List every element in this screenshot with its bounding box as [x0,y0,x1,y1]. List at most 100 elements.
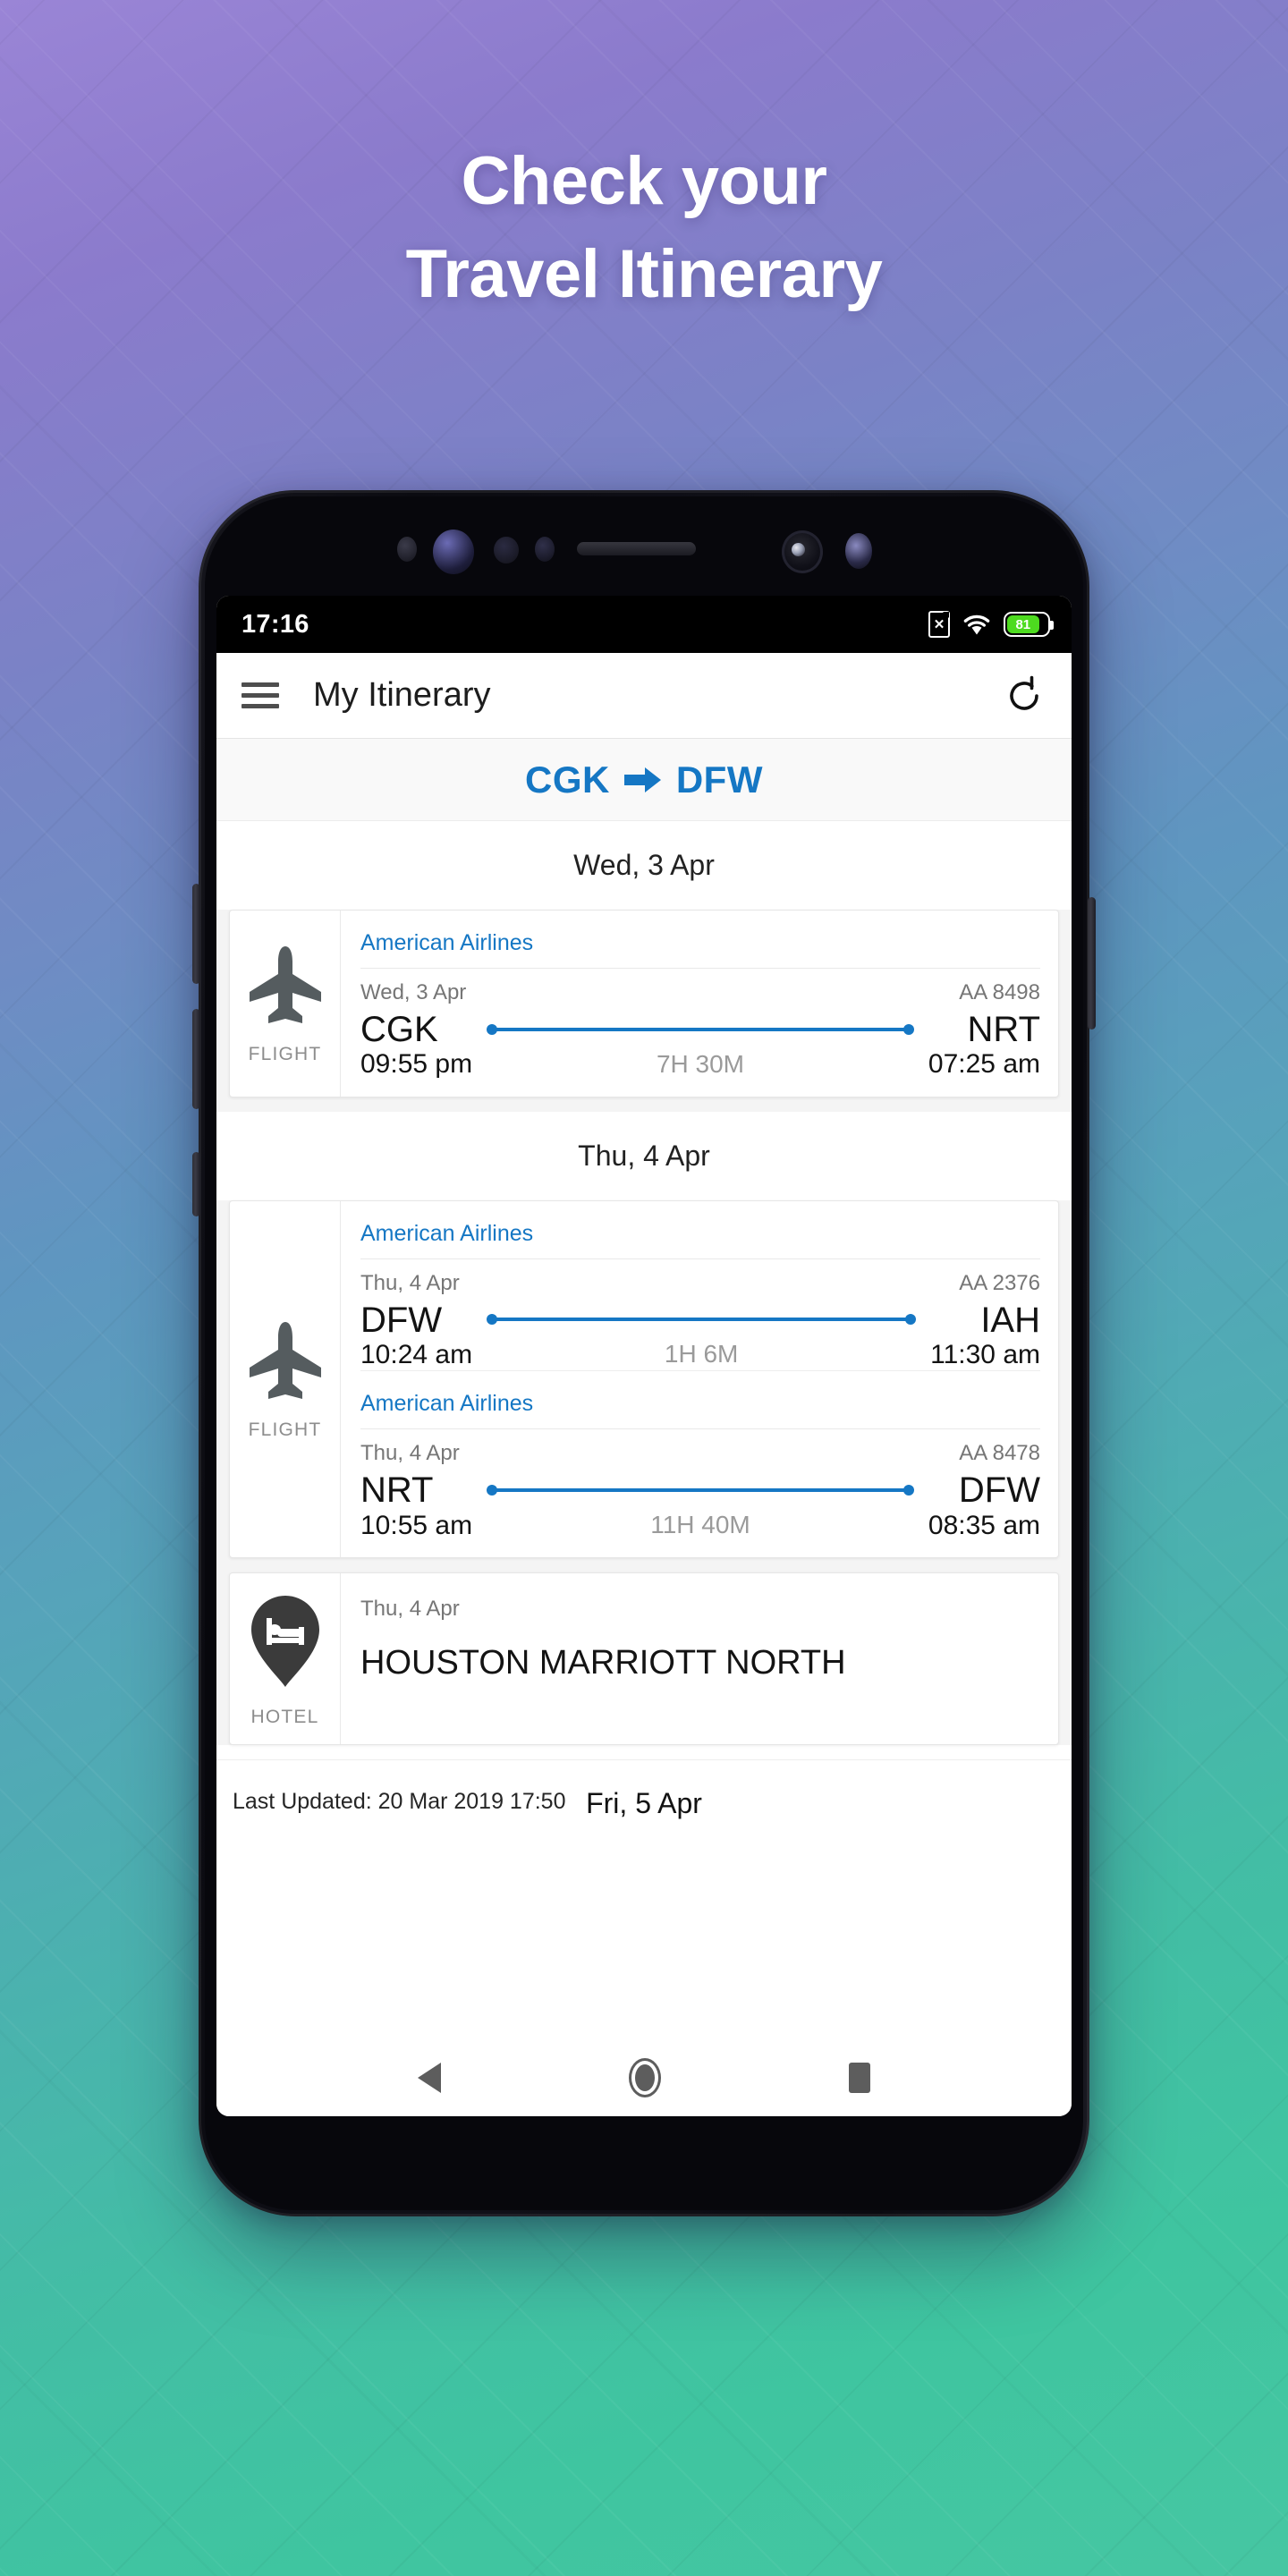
itinerary-list: Wed, 3 Apr FLIGHT American Airlines Wed,… [216,821,1072,1746]
power-button[interactable] [1088,897,1096,1030]
hamburger-bar [242,693,279,698]
status-clock: 17:16 [242,609,309,639]
no-sim-icon: ✕ [928,611,950,638]
front-camera-icon [782,530,823,573]
segment-meta: Thu, 4 Apr AA 2376 [360,1259,1040,1301]
footer-overlay: Last Updated: 20 Mar 2019 17:50 Fri, 5 A… [216,1759,1072,1857]
headline-line-1: Check your [461,143,827,219]
phone-mockup: 17:16 ✕ 81 My Itinerary CGK DFW Wed, 3 A… [192,490,1096,2216]
arrival-airport-code: DFW [958,1470,1040,1511]
phone-top-bezel [199,490,1089,596]
app-bar: My Itinerary [216,653,1072,739]
hotel-body: Thu, 4 Apr HOUSTON MARRIOTT NORTH [341,1573,866,1744]
flight-segment[interactable]: American Airlines Thu, 4 Apr AA 2376 DFW… [360,1201,1040,1371]
departure-airport-code: CGK [360,1010,438,1049]
iris-scanner-icon [433,530,474,574]
flight-duration: 1H 6M [664,1340,739,1368]
leg-line-graphic [487,1482,914,1498]
card-body: American Airlines Thu, 4 Apr AA 2376 DFW… [341,1201,1058,1557]
arrival-time: 08:35 am [928,1510,1040,1540]
hotel-date: Thu, 4 Apr [360,1597,460,1622]
leg-bar [492,1318,911,1322]
leg-indicator: 11H 40M [472,1482,928,1541]
volume-up-button[interactable] [192,884,200,984]
leg-end-dot [902,1023,914,1035]
earpiece-speaker [577,542,696,555]
light-sensor-icon [494,537,519,564]
segment-meta: Wed, 3 Apr AA 8498 [360,969,1040,1011]
phone-screen: 17:16 ✕ 81 My Itinerary CGK DFW Wed, 3 A… [216,596,1072,2116]
segment-route: DFW 10:24 am 1H 6M IAH 11:30 am [360,1301,1040,1371]
android-nav-bar [216,2039,1072,2116]
hotel-name: HOUSTON MARRIOTT NORTH [360,1644,846,1682]
hamburger-menu-icon[interactable] [242,682,279,708]
airline-name: American Airlines [360,1214,1040,1259]
secondary-camera-icon [845,533,872,569]
recents-nav-button[interactable] [849,2063,870,2093]
battery-icon: 81 [1004,612,1054,637]
leg-end-dot [902,1485,914,1496]
day-header: Thu, 4 Apr [216,1111,1072,1200]
departure-block: NRT 10:55 am [360,1471,472,1541]
departure-time: 10:55 am [360,1510,473,1540]
card-icon-column: HOTEL [230,1573,341,1745]
itinerary-card-hotel[interactable]: HOTEL Thu, 4 Apr HOUSTON MARRIOTT NORTH [229,1572,1059,1746]
leg-end-dot [905,1314,917,1326]
headline-line-2: Travel Itinerary [405,236,883,312]
status-icon-group: ✕ 81 [928,611,1054,638]
flight-segment[interactable]: American Airlines Wed, 3 Apr AA 8498 CGK… [360,911,1040,1080]
assistant-button[interactable] [192,1152,200,1216]
card-body: American Airlines Wed, 3 Apr AA 8498 CGK… [341,911,1058,1097]
ambient-sensor-icon [535,537,555,562]
route-destination: DFW [675,758,763,801]
flight-number: AA 8478 [959,1441,1040,1466]
flight-duration: 11H 40M [650,1511,750,1539]
arrival-airport-code: IAH [980,1300,1040,1340]
airplane-icon [247,945,324,1031]
card-type-label: FLIGHT [248,1419,322,1441]
card-icon-column: FLIGHT [230,1200,341,1558]
wifi-icon [962,613,991,636]
flight-duration: 7H 30M [656,1049,745,1078]
flight-segment[interactable]: American Airlines Thu, 4 Apr AA 8478 NRT… [360,1370,1040,1541]
day-header: Wed, 3 Apr [216,821,1072,910]
volume-down-button[interactable] [192,1009,200,1109]
departure-block: DFW 10:24 am [360,1301,472,1371]
hamburger-bar [242,682,279,687]
proximity-sensor-icon [397,537,417,562]
segment-date: Thu, 4 Apr [360,1270,460,1295]
airplane-icon [247,1320,324,1407]
leg-line-graphic [487,1021,914,1038]
segment-route: NRT 10:55 am 11H 40M DFW 08:35 am [360,1471,1040,1541]
segment-meta: Thu, 4 Apr AA 8478 [360,1429,1040,1471]
day-header: Fri, 5 Apr [586,1787,702,1820]
airline-name: American Airlines [360,923,1040,969]
departure-airport-code: DFW [360,1300,443,1340]
leg-bar [492,1488,909,1493]
departure-block: CGK 09:55 pm [360,1010,472,1080]
arrival-airport-code: NRT [967,1010,1040,1049]
no-sim-glyph: ✕ [933,616,945,632]
segment-route: CGK 09:55 pm 7H 30M NRT 07:25 am [360,1010,1040,1080]
flight-number: AA 2376 [959,1270,1040,1295]
back-nav-button[interactable] [418,2063,441,2093]
home-nav-button[interactable] [629,2058,661,2097]
arrival-block: NRT 07:25 am [928,1010,1040,1080]
leg-line-graphic [487,1311,917,1327]
itinerary-card-flight[interactable]: FLIGHT American Airlines Wed, 3 Apr AA 8… [229,910,1059,1097]
arrival-time: 11:30 am [930,1339,1040,1369]
card-type-label: FLIGHT [248,1044,322,1065]
hotel-pin-icon [248,1593,323,1694]
segment-date: Thu, 4 Apr [360,1441,460,1466]
departure-time: 10:24 am [360,1339,473,1369]
card-icon-column: FLIGHT [230,911,341,1097]
leg-indicator: 1H 6M [472,1311,930,1370]
page-title: My Itinerary [313,676,491,714]
card-type-label: HOTEL [250,1707,319,1728]
route-summary: CGK DFW [216,739,1072,821]
segment-date: Wed, 3 Apr [360,980,467,1004]
promo-headline: Check your Travel Itinerary [0,148,1288,309]
refresh-icon[interactable] [1004,675,1045,716]
arrival-block: DFW 08:35 am [928,1471,1040,1541]
itinerary-card-flight[interactable]: FLIGHT American Airlines Thu, 4 Apr AA 2… [229,1199,1059,1559]
